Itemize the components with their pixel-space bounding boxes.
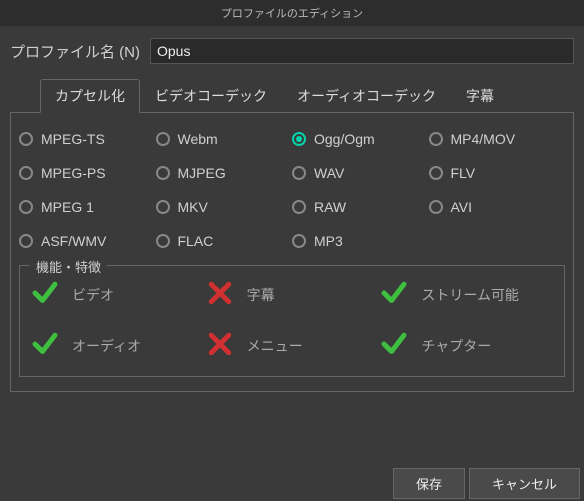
cross-icon	[205, 329, 235, 362]
radio-icon	[19, 166, 33, 180]
feature-label: ストリーム可能	[421, 285, 519, 305]
tab-video-codec[interactable]: ビデオコーデック	[140, 79, 282, 113]
format-label: FLV	[451, 165, 476, 181]
format-radio-mpeg1[interactable]: MPEG 1	[19, 199, 156, 215]
check-icon	[30, 278, 60, 311]
check-icon	[379, 278, 409, 311]
cross-icon	[205, 278, 235, 311]
format-label: MPEG-TS	[41, 131, 105, 147]
radio-icon	[156, 234, 170, 248]
format-label: WAV	[314, 165, 344, 181]
format-radio-mp3[interactable]: MP3	[292, 233, 429, 249]
profile-name-input[interactable]	[150, 38, 574, 64]
radio-icon	[429, 132, 443, 146]
feature-label: チャプター	[421, 336, 491, 356]
format-label: MPEG 1	[41, 199, 94, 215]
radio-icon	[429, 166, 443, 180]
format-radio-raw[interactable]: RAW	[292, 199, 429, 215]
window-titlebar: プロファイルのエディション	[0, 0, 584, 26]
cancel-button[interactable]: キャンセル	[469, 468, 580, 499]
format-label: AVI	[451, 199, 473, 215]
format-label: MPEG-PS	[41, 165, 106, 181]
format-radio-flv[interactable]: FLV	[429, 165, 566, 181]
features-legend: 機能・特徴	[30, 257, 107, 276]
format-radio-mpeg-ts[interactable]: MPEG-TS	[19, 131, 156, 147]
radio-icon	[19, 200, 33, 214]
dialog-footer: 保存 キャンセル	[0, 465, 584, 501]
feature-label: 字幕	[247, 285, 275, 305]
radio-icon	[19, 234, 33, 248]
format-radio-ogg[interactable]: Ogg/Ogm	[292, 131, 429, 147]
radio-icon	[292, 166, 306, 180]
feature-chapter: チャプター	[379, 329, 554, 362]
format-label: MKV	[178, 199, 208, 215]
radio-icon	[156, 166, 170, 180]
features-fieldset: 機能・特徴 ビデオ字幕ストリーム可能オーディオメニューチャプター	[19, 265, 565, 377]
format-label: MJPEG	[178, 165, 226, 181]
feature-label: オーディオ	[72, 336, 141, 356]
profile-name-label: プロファイル名 (N)	[10, 41, 140, 62]
radio-icon	[429, 200, 443, 214]
radio-icon	[292, 200, 306, 214]
tab-audio-codec[interactable]: オーディオコーデック	[282, 79, 451, 113]
format-label: ASF/WMV	[41, 233, 106, 249]
feature-stream: ストリーム可能	[379, 278, 554, 311]
tab-encapsulation[interactable]: カプセル化	[40, 79, 140, 113]
feature-menu: メニュー	[205, 329, 380, 362]
tab-subtitles[interactable]: 字幕	[451, 79, 509, 113]
format-label: RAW	[314, 199, 346, 215]
format-label: MP4/MOV	[451, 131, 516, 147]
check-icon	[379, 329, 409, 362]
format-radio-webm[interactable]: Webm	[156, 131, 293, 147]
radio-icon	[292, 132, 306, 146]
radio-icon	[19, 132, 33, 146]
format-radio-mjpeg[interactable]: MJPEG	[156, 165, 293, 181]
radio-icon	[156, 132, 170, 146]
features-grid: ビデオ 字幕 ストリーム可能オーディオ メニュー チャプター	[30, 278, 554, 362]
format-radio-mpeg-ps[interactable]: MPEG-PS	[19, 165, 156, 181]
radio-icon	[292, 234, 306, 248]
feature-label: ビデオ	[72, 285, 114, 305]
radio-icon	[156, 200, 170, 214]
format-radio-avi[interactable]: AVI	[429, 199, 566, 215]
format-label: Ogg/Ogm	[314, 131, 375, 147]
format-label: MP3	[314, 233, 343, 249]
format-radio-flac[interactable]: FLAC	[156, 233, 293, 249]
feature-video: ビデオ	[30, 278, 205, 311]
format-label: Webm	[178, 131, 218, 147]
format-label: FLAC	[178, 233, 214, 249]
feature-subs: 字幕	[205, 278, 380, 311]
format-radio-asf[interactable]: ASF/WMV	[19, 233, 156, 249]
feature-audio: オーディオ	[30, 329, 205, 362]
format-radio-group: MPEG-TS Webm Ogg/Ogm MP4/MOV MPEG-PS MJPEG WAV…	[19, 131, 565, 249]
format-radio-wav[interactable]: WAV	[292, 165, 429, 181]
check-icon	[30, 329, 60, 362]
tab-bar: カプセル化 ビデオコーデック オーディオコーデック 字幕	[10, 78, 574, 113]
feature-label: メニュー	[247, 336, 303, 356]
save-button[interactable]: 保存	[393, 468, 465, 499]
format-radio-mp4[interactable]: MP4/MOV	[429, 131, 566, 147]
tab-panel-encapsulation: MPEG-TS Webm Ogg/Ogm MP4/MOV MPEG-PS MJPEG WAV…	[10, 113, 574, 392]
format-radio-mkv[interactable]: MKV	[156, 199, 293, 215]
window-title: プロファイルのエディション	[221, 5, 363, 21]
